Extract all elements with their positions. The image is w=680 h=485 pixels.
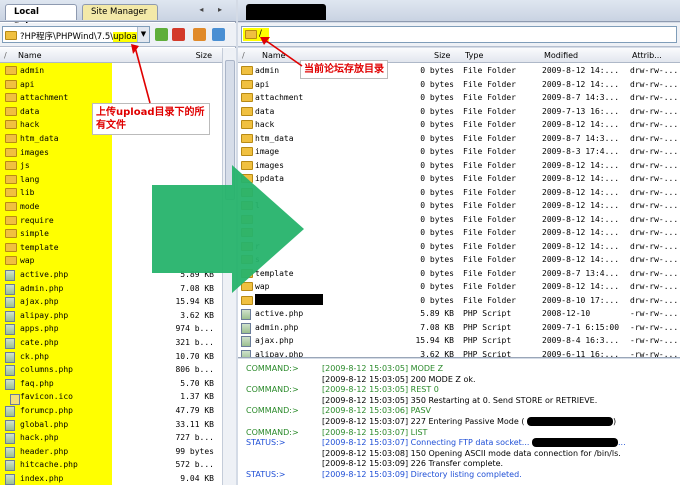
transfer-arrow-icon bbox=[152, 165, 304, 293]
arrow-head bbox=[260, 37, 270, 45]
annotation-overlay bbox=[131, 37, 304, 293]
annotation-arrow-left bbox=[134, 46, 151, 104]
annotation-arrow-right bbox=[264, 39, 303, 67]
arrow-head bbox=[131, 44, 139, 54]
